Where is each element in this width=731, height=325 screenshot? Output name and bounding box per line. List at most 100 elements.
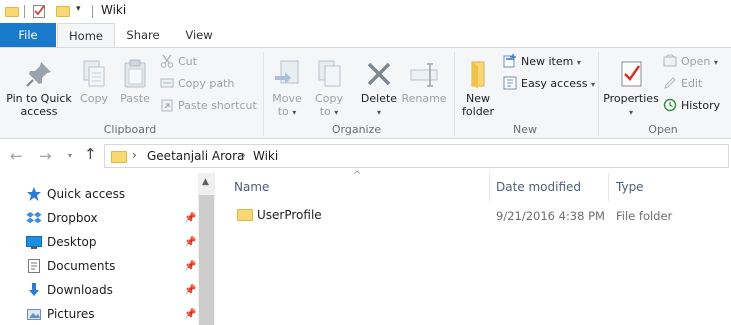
tab-view[interactable]: View xyxy=(173,23,225,47)
copy-button[interactable]: Copy xyxy=(77,58,111,105)
pin-icon[interactable]: 📌 xyxy=(184,237,196,248)
scissors-icon xyxy=(160,54,174,68)
pin-to-quick-access-button[interactable]: Pin to Quick access xyxy=(4,58,74,118)
file-name[interactable]: UserProfile xyxy=(257,208,322,222)
organize-group-label: Organize xyxy=(331,123,382,136)
edit-button[interactable]: Edit xyxy=(663,74,702,94)
star-icon xyxy=(26,186,42,202)
nav-label: Downloads xyxy=(47,283,113,297)
nav-item-quick-access[interactable]: Quick access xyxy=(26,183,125,205)
move-to-icon xyxy=(271,58,303,90)
easy-access-dropdown-icon[interactable]: ▾ xyxy=(591,80,595,89)
title-bar: ▾ Wiki xyxy=(0,0,731,23)
nav-item-dropbox[interactable]: Dropbox xyxy=(26,207,98,229)
column-header-type[interactable]: Type xyxy=(616,180,644,194)
rename-button[interactable]: Rename xyxy=(401,58,447,105)
copy-to-label-line1: Copy xyxy=(315,92,343,105)
copy-path-button[interactable]: Copy path xyxy=(160,74,234,94)
file-list: ^ Name Date modified Type UserProfile 9/… xyxy=(215,170,731,325)
properties-button[interactable]: Properties ▾ xyxy=(603,58,659,119)
cut-button[interactable]: Cut xyxy=(160,52,197,72)
qat-dropdown-icon[interactable]: ▾ xyxy=(76,4,81,14)
nav-item-pictures[interactable]: Pictures xyxy=(26,303,95,325)
forward-arrow-icon[interactable]: → xyxy=(39,147,52,165)
new-item-icon xyxy=(503,54,517,68)
copy-path-label: Copy path xyxy=(178,77,235,90)
pin-icon[interactable]: 📌 xyxy=(184,309,196,320)
cut-label: Cut xyxy=(178,55,197,68)
nav-item-documents[interactable]: Documents xyxy=(26,255,115,277)
open-group-label: Open xyxy=(648,123,678,136)
nav-label: Documents xyxy=(47,259,116,273)
copy-to-icon xyxy=(313,58,345,90)
copy-to-button[interactable]: Copy to ▾ xyxy=(310,58,348,119)
dropbox-icon xyxy=(26,210,42,226)
nav-label: Desktop xyxy=(47,235,97,249)
breadcrumb-wiki[interactable]: Wiki xyxy=(253,149,278,163)
nav-pane-scrollbar-thumb[interactable] xyxy=(199,195,214,325)
new-item-dropdown-icon[interactable]: ▾ xyxy=(577,58,581,67)
pin-icon[interactable]: 📌 xyxy=(184,285,196,296)
easy-access-button[interactable]: Easy access ▾ xyxy=(503,74,595,94)
clipboard-group-label: Clipboard xyxy=(103,123,157,136)
paste-button[interactable]: Paste xyxy=(117,58,153,105)
easy-access-label: Easy access xyxy=(521,77,588,90)
move-to-label-line2: to xyxy=(277,105,289,118)
properties-dropdown-icon[interactable]: ▾ xyxy=(629,108,633,117)
new-item-label: New item xyxy=(521,55,574,68)
tab-home[interactable]: Home xyxy=(57,23,115,48)
paste-shortcut-label: Paste shortcut xyxy=(178,99,257,112)
window-title: Wiki xyxy=(101,3,127,17)
back-arrow-icon[interactable]: ← xyxy=(10,147,23,165)
properties-check-icon[interactable] xyxy=(33,4,46,18)
sort-ascending-icon: ^ xyxy=(353,170,362,181)
delete-label: Delete xyxy=(360,92,398,105)
new-group-label: New xyxy=(513,123,537,136)
properties-label: Properties xyxy=(603,92,659,105)
pin-icon[interactable]: 📌 xyxy=(184,261,196,272)
edit-icon xyxy=(663,76,677,90)
copy-to-label-line2: to xyxy=(319,105,331,118)
scroll-up-arrow-icon[interactable]: ▲ xyxy=(202,177,209,187)
delete-x-icon xyxy=(363,58,395,90)
new-folder-big-icon xyxy=(462,58,494,90)
nav-item-desktop[interactable]: Desktop xyxy=(26,231,97,253)
new-item-button[interactable]: New item ▾ xyxy=(503,52,581,72)
address-bar[interactable]: › Geetanjali Arora › Wiki xyxy=(104,144,729,168)
move-to-button[interactable]: Move to ▾ xyxy=(268,58,306,119)
up-arrow-icon[interactable]: ↑ xyxy=(84,145,97,163)
column-header-name[interactable]: Name xyxy=(234,180,269,194)
pin-icon xyxy=(23,58,55,90)
documents-icon xyxy=(26,258,42,274)
edit-label: Edit xyxy=(681,77,703,90)
breadcrumb-chevron-icon[interactable]: › xyxy=(132,148,137,162)
move-to-label-line1: Move xyxy=(272,92,302,105)
pin-icon[interactable]: 📌 xyxy=(184,213,196,224)
column-header-date-modified[interactable]: Date modified xyxy=(496,180,581,194)
new-folder-icon[interactable] xyxy=(56,5,70,17)
easy-access-icon xyxy=(503,76,517,90)
breadcrumb-geetanjali-arora[interactable]: Geetanjali Arora xyxy=(147,149,244,163)
history-button[interactable]: History xyxy=(663,96,720,116)
recent-locations-chevron-icon[interactable]: ▾ xyxy=(68,151,72,160)
delete-dropdown-icon[interactable]: ▾ xyxy=(377,108,381,117)
paste-shortcut-button[interactable]: Paste shortcut xyxy=(160,96,257,116)
open-icon xyxy=(663,54,677,68)
new-folder-button[interactable]: New folder xyxy=(458,58,498,118)
nav-label: Quick access xyxy=(47,187,126,201)
nav-item-downloads[interactable]: Downloads xyxy=(26,279,113,301)
tab-file[interactable]: File xyxy=(0,23,56,47)
folder-icon xyxy=(5,5,19,17)
open-button[interactable]: Open ▾ xyxy=(663,52,718,72)
copy-path-icon xyxy=(160,76,174,90)
file-type: File folder xyxy=(616,209,673,223)
new-folder-label-line2: folder xyxy=(462,105,494,118)
address-folder-icon xyxy=(111,149,127,163)
breadcrumb-chevron-icon[interactable]: › xyxy=(241,148,246,162)
tab-share[interactable]: Share xyxy=(117,23,169,47)
navigation-pane: Quick access Dropbox 📌 Desktop 📌 Documen… xyxy=(0,173,215,325)
address-row: ← → ▾ ↑ › Geetanjali Arora › Wiki xyxy=(0,139,731,173)
delete-button[interactable]: Delete ▾ xyxy=(358,58,400,119)
open-label: Open xyxy=(681,55,711,68)
paste-shortcut-icon xyxy=(160,98,174,112)
